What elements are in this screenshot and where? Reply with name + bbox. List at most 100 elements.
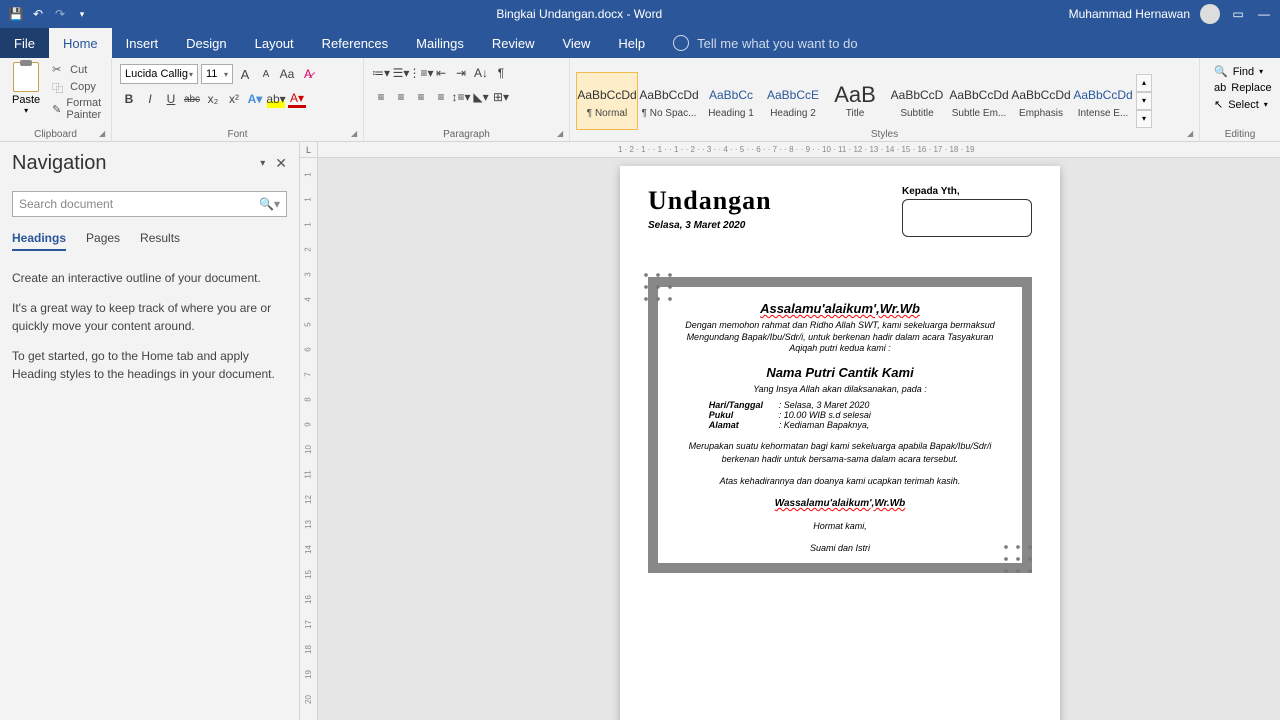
style-subtle-em-[interactable]: AaBbCcDdSubtle Em... (948, 72, 1010, 130)
line-spacing-button[interactable]: ↕≡▾ (452, 88, 470, 106)
tab-design[interactable]: Design (172, 28, 240, 58)
nav-close-button[interactable]: ✕ (275, 155, 287, 172)
style-title[interactable]: AaBTitle (824, 72, 886, 130)
nav-tab-results[interactable]: Results (140, 231, 180, 251)
minimize-icon[interactable]: — (1256, 6, 1272, 22)
increase-indent-button[interactable]: ⇥ (452, 64, 470, 82)
tab-insert[interactable]: Insert (112, 28, 173, 58)
invitation-frame: Assalamu'alaikum',Wr.Wb Dengan memohon r… (648, 277, 1032, 573)
redo-icon[interactable]: ↷ (52, 6, 68, 22)
highlight-button[interactable]: ab▾ (267, 90, 285, 108)
nav-hint-2: It's a great way to keep track of where … (12, 299, 287, 335)
nav-search-input[interactable]: Search document 🔍▾ (12, 191, 287, 217)
vertical-ruler[interactable]: 1112345678910111213141516171819202122232… (300, 158, 318, 720)
brush-icon: ✎ (52, 103, 61, 116)
shrink-font-button[interactable]: A (257, 65, 275, 83)
find-button[interactable]: 🔍Find▾ (1212, 64, 1268, 79)
copy-button[interactable]: ⿻Copy (50, 79, 107, 94)
superscript-button[interactable]: x² (225, 90, 243, 108)
tab-references[interactable]: References (308, 28, 402, 58)
tab-review[interactable]: Review (478, 28, 549, 58)
underline-button[interactable]: U (162, 90, 180, 108)
select-button[interactable]: ↖Select▾ (1212, 97, 1268, 112)
replace-button[interactable]: abReplace (1212, 81, 1268, 95)
scissors-icon: ✂ (52, 63, 65, 76)
styles-down-button[interactable]: ▾ (1136, 92, 1152, 110)
italic-button[interactable]: I (141, 90, 159, 108)
styles-launcher[interactable]: ◢ (1187, 129, 1197, 139)
strikethrough-button[interactable]: abc (183, 90, 201, 108)
subscript-button[interactable]: x₂ (204, 90, 222, 108)
align-right-button[interactable]: ≡ (412, 88, 430, 106)
format-painter-button[interactable]: ✎Format Painter (50, 96, 107, 122)
undo-icon[interactable]: ↶ (30, 6, 46, 22)
nav-hint-3: To get started, go to the Home tab and a… (12, 347, 287, 383)
editing-group-label: Editing (1200, 129, 1280, 140)
font-name-combo[interactable]: Lucida Callig▾ (120, 64, 198, 84)
numbering-button[interactable]: ☰▾ (392, 64, 410, 82)
style-heading-2[interactable]: AaBbCcEHeading 2 (762, 72, 824, 130)
wassalam: Wassalamu'alaikum',Wr.Wb (676, 498, 1004, 509)
tab-layout[interactable]: Layout (241, 28, 308, 58)
user-avatar[interactable] (1200, 4, 1220, 24)
horizontal-ruler[interactable]: 1 · 2 · 1 · · 1 · · 1 · · 2 · · 3 · · 4 … (318, 142, 1280, 158)
ruler-corner[interactable]: L (300, 142, 318, 158)
style--no-spac-[interactable]: AaBbCcDd¶ No Spac... (638, 72, 700, 130)
tab-file[interactable]: File (0, 28, 49, 58)
copy-icon: ⿻ (52, 80, 65, 93)
tab-view[interactable]: View (548, 28, 604, 58)
tab-help[interactable]: Help (604, 28, 659, 58)
search-placeholder: Search document (19, 197, 113, 211)
sort-button[interactable]: A↓ (472, 64, 490, 82)
tell-me-label: Tell me what you want to do (697, 36, 857, 51)
styles-up-button[interactable]: ▴ (1136, 74, 1152, 92)
style-emphasis[interactable]: AaBbCcDdEmphasis (1010, 72, 1072, 130)
font-color-button[interactable]: A▾ (288, 90, 306, 108)
show-marks-button[interactable]: ¶ (492, 64, 510, 82)
intro-text: Dengan memohon rahmat dan Ridho Allah SW… (676, 320, 1004, 355)
font-size-combo[interactable]: 11▾ (201, 64, 233, 84)
ribbon-options-icon[interactable]: ▭ (1230, 6, 1246, 22)
document-page[interactable]: Undangan Selasa, 3 Maret 2020 Kepada Yth… (620, 166, 1060, 720)
decrease-indent-button[interactable]: ⇤ (432, 64, 450, 82)
doc-title: Undangan (648, 186, 772, 216)
style--normal[interactable]: AaBbCcDd¶ Normal (576, 72, 638, 130)
text-effects-button[interactable]: A▾ (246, 90, 264, 108)
nav-hint-1: Create an interactive outline of your do… (12, 269, 287, 287)
font-launcher[interactable]: ◢ (351, 129, 361, 139)
shading-button[interactable]: ◣▾ (472, 88, 490, 106)
nav-tab-pages[interactable]: Pages (86, 231, 120, 251)
clear-formatting-button[interactable]: A̷ (299, 65, 317, 83)
chevron-down-icon: ▾ (189, 70, 193, 79)
styles-more-button[interactable]: ▾ (1136, 110, 1152, 128)
closing-2: Atas kehadirannya dan doanya kami ucapka… (676, 475, 1004, 488)
grow-font-button[interactable]: A (236, 65, 254, 83)
align-left-button[interactable]: ≡ (372, 88, 390, 106)
bold-button[interactable]: B (120, 90, 138, 108)
paragraph-launcher[interactable]: ◢ (557, 129, 567, 139)
nav-dropdown[interactable]: ▾ (260, 158, 265, 169)
tell-me-search[interactable]: Tell me what you want to do (659, 28, 857, 58)
borders-button[interactable]: ⊞▾ (492, 88, 510, 106)
nav-tab-headings[interactable]: Headings (12, 231, 66, 251)
search-icon[interactable]: 🔍▾ (259, 197, 280, 211)
change-case-button[interactable]: Aa (278, 65, 296, 83)
style-intense-e-[interactable]: AaBbCcDdIntense E... (1072, 72, 1134, 130)
clipboard-launcher[interactable]: ◢ (99, 129, 109, 139)
align-center-button[interactable]: ≡ (392, 88, 410, 106)
save-icon[interactable]: 💾 (8, 6, 24, 22)
styles-group-label: Styles (570, 129, 1199, 140)
customize-qat-icon[interactable]: ▾ (74, 6, 90, 22)
multilevel-button[interactable]: ⋮≡▾ (412, 64, 430, 82)
style-subtitle[interactable]: AaBbCcDSubtitle (886, 72, 948, 130)
justify-button[interactable]: ≡ (432, 88, 450, 106)
bullets-button[interactable]: ≔▾ (372, 64, 390, 82)
style-heading-1[interactable]: AaBbCcHeading 1 (700, 72, 762, 130)
navigation-pane: Navigation ▾ ✕ Search document 🔍▾ Headin… (0, 142, 300, 720)
recipient-box (902, 199, 1032, 237)
cursor-icon: ↖ (1214, 98, 1223, 111)
paste-icon (13, 62, 39, 92)
tab-mailings[interactable]: Mailings (402, 28, 478, 58)
tab-home[interactable]: Home (49, 28, 112, 58)
cut-button[interactable]: ✂Cut (50, 62, 107, 77)
